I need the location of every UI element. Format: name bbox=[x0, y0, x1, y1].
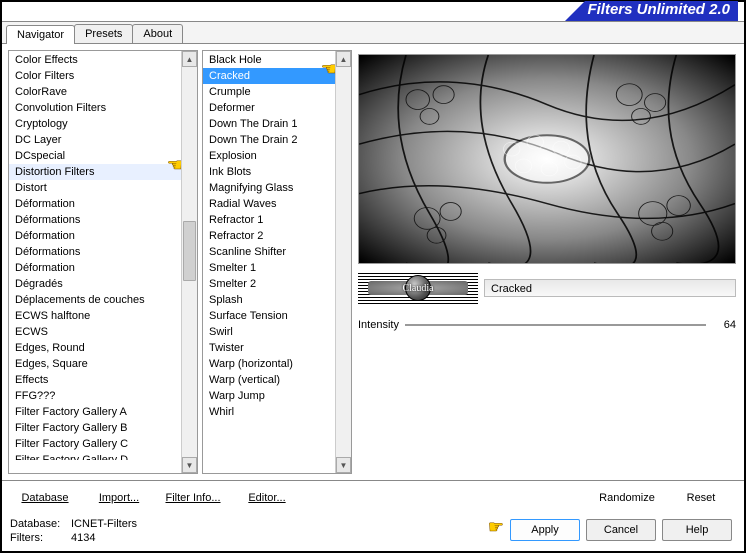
list-item[interactable]: Surface Tension bbox=[203, 308, 335, 324]
list-item[interactable]: Color Effects bbox=[9, 52, 181, 68]
reset-button[interactable]: Reset bbox=[666, 487, 736, 509]
filter-name-field: Cracked bbox=[484, 279, 736, 297]
list-item[interactable]: ECWS bbox=[9, 324, 181, 340]
list-item[interactable]: Filter Factory Gallery D bbox=[9, 452, 181, 460]
pointer-icon bbox=[315, 66, 335, 84]
scroll-up-icon[interactable]: ▲ bbox=[182, 51, 197, 67]
list-item[interactable]: Color Filters bbox=[9, 68, 181, 84]
list-item[interactable]: Distortion Filters bbox=[9, 164, 181, 180]
list-item[interactable]: Magnifying Glass bbox=[203, 180, 335, 196]
apply-button[interactable]: Apply bbox=[510, 519, 580, 541]
scroll-up-icon[interactable]: ▲ bbox=[336, 51, 351, 67]
database-button[interactable]: Database bbox=[10, 487, 80, 509]
list-item[interactable]: Whirl bbox=[203, 404, 335, 420]
list-item[interactable]: Déformations bbox=[9, 244, 181, 260]
list-item[interactable]: ColorRave bbox=[9, 84, 181, 100]
watermark-logo: Claudia bbox=[358, 272, 478, 304]
title-bar: Filters Unlimited 2.0 bbox=[2, 2, 744, 22]
list-item[interactable]: DC Layer bbox=[9, 132, 181, 148]
list-item[interactable]: Smelter 2 bbox=[203, 276, 335, 292]
bottom-buttons: Apply Cancel Help bbox=[482, 519, 732, 541]
param-value-intensity: 64 bbox=[712, 319, 736, 331]
list-item[interactable]: Deformer bbox=[203, 100, 335, 116]
scroll-down-icon[interactable]: ▼ bbox=[336, 457, 351, 473]
list-item[interactable]: Edges, Round bbox=[9, 340, 181, 356]
list-item[interactable]: Déformation bbox=[9, 260, 181, 276]
list-item[interactable]: Déformation bbox=[9, 196, 181, 212]
list-item[interactable]: Refractor 1 bbox=[203, 212, 335, 228]
app-title: Filters Unlimited 2.0 bbox=[585, 1, 738, 21]
filter-info-button[interactable]: Filter Info... bbox=[158, 487, 228, 509]
list-item[interactable]: DCspecial bbox=[9, 148, 181, 164]
filter-scrollbar[interactable]: ▲ ▼ bbox=[335, 51, 351, 473]
list-item[interactable]: Splash bbox=[203, 292, 335, 308]
mid-button-row: Database Import... Filter Info... Editor… bbox=[2, 480, 744, 515]
list-item[interactable]: Déformation bbox=[9, 228, 181, 244]
list-item[interactable]: Smelter 1 bbox=[203, 260, 335, 276]
list-item[interactable]: Swirl bbox=[203, 324, 335, 340]
list-item[interactable]: Convolution Filters bbox=[9, 100, 181, 116]
preview-image bbox=[358, 54, 736, 264]
list-item[interactable]: Distort bbox=[9, 180, 181, 196]
import-button[interactable]: Import... bbox=[84, 487, 154, 509]
list-item[interactable]: Radial Waves bbox=[203, 196, 335, 212]
list-item[interactable]: Dégradés bbox=[9, 276, 181, 292]
list-item[interactable]: Déplacements de couches bbox=[9, 292, 181, 308]
list-item[interactable]: Effects bbox=[9, 372, 181, 388]
pointer-icon bbox=[161, 162, 181, 180]
list-item[interactable]: Warp Jump bbox=[203, 388, 335, 404]
tab-strip: Navigator Presets About bbox=[2, 22, 744, 44]
intensity-slider[interactable] bbox=[405, 316, 706, 334]
list-item[interactable]: Twister bbox=[203, 340, 335, 356]
list-item[interactable]: Edges, Square bbox=[9, 356, 181, 372]
list-item[interactable]: Down The Drain 1 bbox=[203, 116, 335, 132]
cancel-button[interactable]: Cancel bbox=[586, 519, 656, 541]
list-item[interactable]: Filter Factory Gallery A bbox=[9, 404, 181, 420]
category-list[interactable]: Color EffectsColor FiltersColorRaveConvo… bbox=[8, 50, 198, 474]
list-item[interactable]: Warp (vertical) bbox=[203, 372, 335, 388]
list-item[interactable]: ECWS halftone bbox=[9, 308, 181, 324]
category-scrollbar[interactable]: ▲ ▼ bbox=[181, 51, 197, 473]
list-item[interactable]: Filter Factory Gallery B bbox=[9, 420, 181, 436]
filter-list[interactable]: Black HoleCrackedCrumpleDeformerDown The… bbox=[202, 50, 352, 474]
editor-button[interactable]: Editor... bbox=[232, 487, 302, 509]
tab-about[interactable]: About bbox=[132, 24, 183, 43]
list-item[interactable]: Refractor 2 bbox=[203, 228, 335, 244]
param-label-intensity: Intensity bbox=[358, 319, 399, 331]
list-item[interactable]: Warp (horizontal) bbox=[203, 356, 335, 372]
list-item[interactable]: Cryptology bbox=[9, 116, 181, 132]
list-item[interactable]: Filter Factory Gallery C bbox=[9, 436, 181, 452]
tab-presets[interactable]: Presets bbox=[74, 24, 133, 43]
help-button[interactable]: Help bbox=[662, 519, 732, 541]
tab-navigator[interactable]: Navigator bbox=[6, 25, 75, 44]
list-item[interactable]: Crumple bbox=[203, 84, 335, 100]
scroll-thumb[interactable] bbox=[183, 221, 196, 281]
scroll-down-icon[interactable]: ▼ bbox=[182, 457, 197, 473]
list-item[interactable]: Déformations bbox=[9, 212, 181, 228]
list-item[interactable]: Down The Drain 2 bbox=[203, 132, 335, 148]
list-item[interactable]: FFG??? bbox=[9, 388, 181, 404]
list-item[interactable]: Cracked bbox=[203, 68, 335, 84]
randomize-button[interactable]: Randomize bbox=[592, 487, 662, 509]
list-item[interactable]: Explosion bbox=[203, 148, 335, 164]
list-item[interactable]: Ink Blots bbox=[203, 164, 335, 180]
pointer-icon bbox=[482, 521, 504, 539]
list-item[interactable]: Scanline Shifter bbox=[203, 244, 335, 260]
